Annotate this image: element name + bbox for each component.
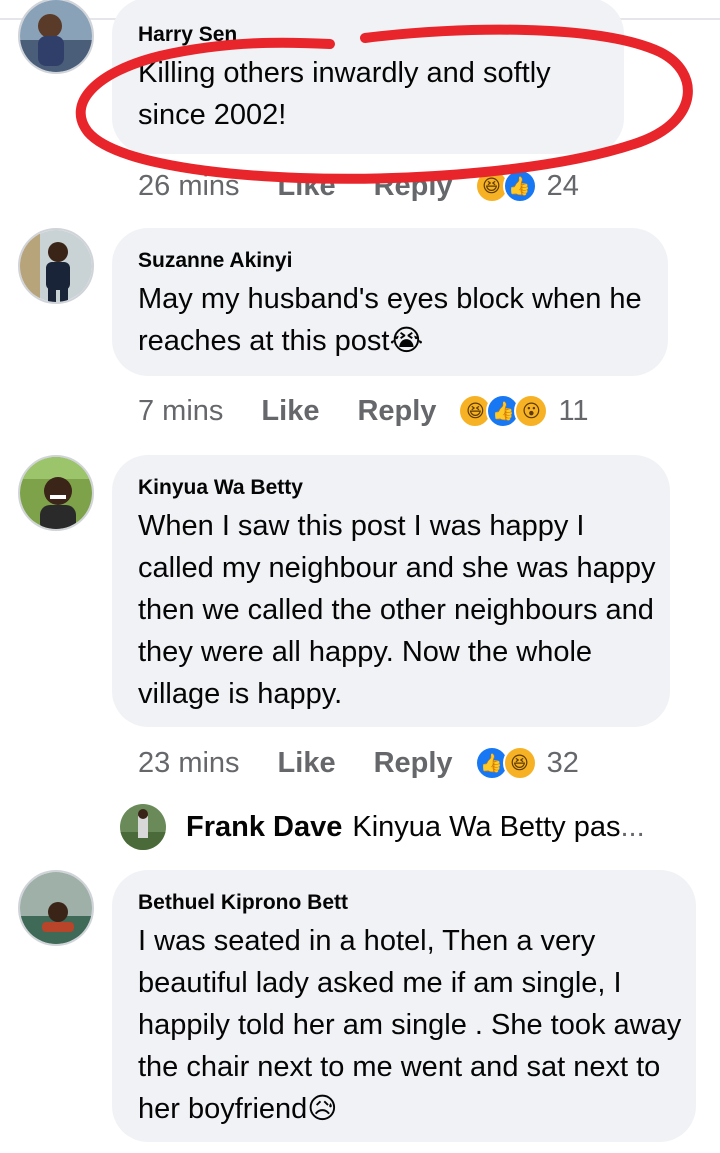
haha-icon: 😆 (502, 746, 537, 780)
wow-icon: 😮 (514, 394, 549, 428)
avatar-bethuel-kiprono-bett[interactable] (18, 870, 94, 946)
reaction-summary[interactable]: 😆 👍 😮 (458, 394, 549, 428)
reply-ellipsis: ... (620, 810, 645, 843)
like-button[interactable]: Like (278, 747, 336, 780)
comment-time[interactable]: 26 mins (138, 170, 240, 203)
like-button[interactable]: Like (278, 170, 336, 203)
comment-meta: 7 mins Like Reply 😆 👍 😮 11 (138, 391, 589, 431)
comment-text: May my husband's eyes block when he reac… (138, 283, 642, 357)
comment-bubble: Bethuel Kiprono Bett I was seated in a h… (112, 870, 696, 1142)
reaction-summary[interactable]: 👍 😆 (474, 746, 537, 780)
comment-text: When I saw this post I was happy I calle… (138, 510, 656, 710)
like-icon: 👍 (502, 169, 537, 203)
comment-author[interactable]: Kinyua Wa Betty (138, 475, 644, 501)
reply-button[interactable]: Reply (374, 170, 453, 203)
avatar-frank-dave (120, 804, 166, 850)
comment-time[interactable]: 7 mins (138, 395, 223, 428)
reaction-count[interactable]: 11 (558, 395, 588, 428)
reaction-summary[interactable]: 😆 👍 (474, 169, 537, 203)
comment-bubble: Harry Sen Killing others inwardly and so… (112, 0, 624, 154)
reply-preview-text: Kinyua Wa Betty pas (352, 810, 621, 843)
comment-meta: 23 mins Like Reply 👍 😆 32 (138, 743, 579, 783)
avatar-suzanne-akinyi[interactable] (18, 228, 94, 304)
comment-meta: 26 mins Like Reply 😆 👍 24 (138, 166, 579, 206)
reply-button[interactable]: Reply (374, 747, 453, 780)
reaction-count[interactable]: 24 (547, 170, 579, 203)
comment-author[interactable]: Harry Sen (138, 22, 598, 48)
comment-bubble: Suzanne Akinyi May my husband's eyes blo… (112, 228, 668, 376)
comment-author[interactable]: Bethuel Kiprono Bett (138, 890, 670, 916)
avatar-harry-sen[interactable] (18, 0, 94, 74)
reaction-count[interactable]: 32 (547, 747, 579, 780)
comment-text: I was seated in a hotel, Then a very bea… (138, 925, 682, 1125)
comment-author[interactable]: Suzanne Akinyi (138, 248, 642, 274)
comment-text: Killing others inwardly and softly since… (138, 57, 551, 131)
reply-author[interactable]: Frank Dave (186, 811, 342, 844)
comment-bubble: Kinyua Wa Betty When I saw this post I w… (112, 455, 670, 727)
avatar-kinyua-wa-betty[interactable] (18, 455, 94, 531)
reply-preview[interactable]: Frank Dave Kinyua Wa Betty pas... (120, 802, 645, 852)
comment-time[interactable]: 23 mins (138, 747, 240, 780)
like-button[interactable]: Like (261, 395, 319, 428)
reply-button[interactable]: Reply (357, 395, 436, 428)
